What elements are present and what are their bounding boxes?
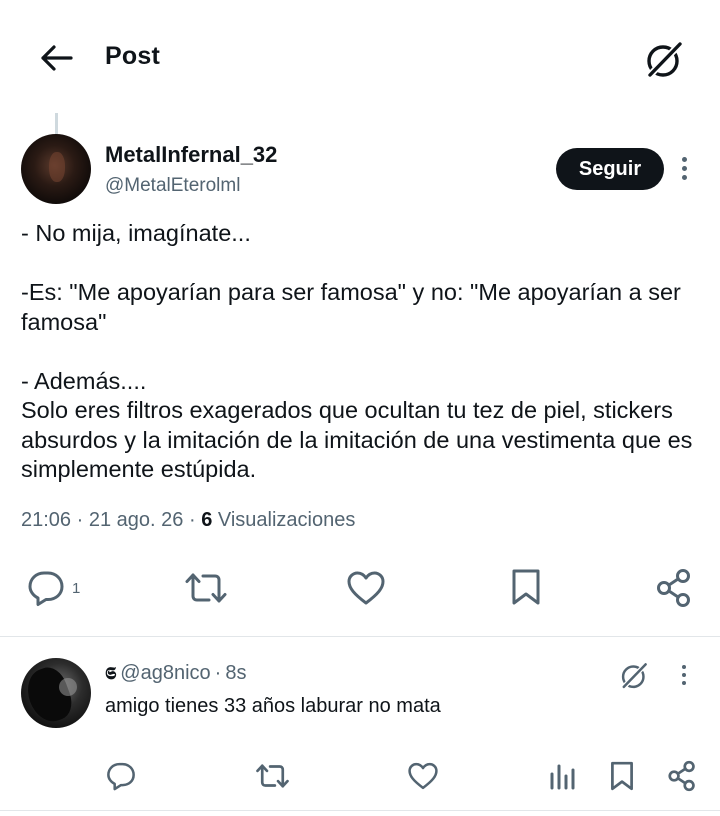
meta-separator: · bbox=[188, 509, 196, 531]
share-icon bbox=[668, 760, 695, 792]
reply-share-button[interactable] bbox=[667, 760, 697, 792]
reply-bookmark-button[interactable] bbox=[609, 760, 635, 792]
post-time: 21:06 bbox=[21, 509, 72, 531]
bookmark-icon bbox=[611, 761, 633, 791]
author-name[interactable]: MetalInfernal_32 bbox=[105, 142, 277, 168]
reply-separator: · bbox=[214, 662, 222, 684]
post-metadata: 21:06 · 21 ago. 26 · 6 Visualizaciones bbox=[21, 509, 355, 532]
like-button[interactable] bbox=[346, 569, 386, 607]
post-text: - No mija, imagínate... -Es: "Me apoyarí… bbox=[21, 220, 693, 482]
post-action-bar: 1 bbox=[0, 563, 720, 613]
bookmark-button[interactable] bbox=[510, 567, 542, 607]
dot-icon bbox=[681, 165, 687, 171]
follow-button[interactable]: Seguir bbox=[556, 148, 664, 190]
repost-button[interactable] bbox=[184, 569, 228, 607]
bookmark-icon bbox=[512, 569, 540, 605]
share-icon bbox=[657, 569, 690, 607]
more-options-button[interactable] bbox=[672, 150, 696, 186]
dot-icon bbox=[682, 673, 686, 677]
reply-grok-button[interactable] bbox=[616, 658, 652, 694]
reply-icon bbox=[28, 571, 64, 606]
reply-handle[interactable]: @ag8nico bbox=[120, 662, 210, 685]
analytics-icon bbox=[550, 764, 575, 790]
reply-icon bbox=[107, 762, 135, 791]
page-title: Post bbox=[105, 42, 160, 70]
reply-more-options-button[interactable] bbox=[672, 657, 696, 693]
post-date: 21 ago. 26 bbox=[88, 509, 184, 531]
reply-avatar[interactable] bbox=[21, 658, 91, 728]
reply-like-button[interactable] bbox=[407, 761, 439, 791]
views-count: 6 bbox=[201, 509, 213, 531]
views-label: Visualizaciones bbox=[217, 509, 356, 531]
reply-button[interactable]: 1 bbox=[26, 569, 80, 607]
reply-views-button[interactable] bbox=[549, 762, 577, 790]
reply-text: amigo tienes 33 años laburar no mata bbox=[105, 695, 441, 717]
top-bar: Post bbox=[0, 0, 720, 114]
reply-action-bar bbox=[0, 758, 720, 798]
reply-repost-button[interactable] bbox=[255, 761, 290, 791]
dot-icon bbox=[682, 681, 686, 685]
divider bbox=[0, 810, 720, 811]
author-handle[interactable]: @MetalEterolml bbox=[105, 175, 240, 197]
grok-button[interactable] bbox=[640, 36, 688, 84]
dot-icon bbox=[681, 174, 687, 180]
thread-line bbox=[55, 113, 58, 135]
reply-header: 𝕾 @ag8nico · 8s bbox=[105, 662, 246, 685]
affiliate-badge-icon: 𝕾 bbox=[105, 663, 117, 683]
back-button[interactable] bbox=[36, 38, 76, 78]
meta-separator: · bbox=[76, 509, 84, 531]
heart-icon bbox=[347, 571, 385, 605]
repost-icon bbox=[185, 573, 227, 603]
divider bbox=[0, 636, 720, 637]
dot-icon bbox=[682, 665, 686, 669]
reply-time: 8s bbox=[225, 662, 247, 684]
dot-icon bbox=[681, 156, 687, 162]
reply-reply-button[interactable] bbox=[105, 761, 137, 791]
reply-count: 1 bbox=[72, 579, 81, 597]
grok-icon bbox=[647, 40, 684, 78]
heart-icon bbox=[408, 762, 438, 790]
grok-icon bbox=[621, 661, 649, 689]
share-button[interactable] bbox=[655, 568, 693, 608]
author-avatar[interactable] bbox=[21, 134, 91, 204]
repost-icon bbox=[256, 764, 289, 788]
arrow-left-icon bbox=[41, 45, 73, 71]
